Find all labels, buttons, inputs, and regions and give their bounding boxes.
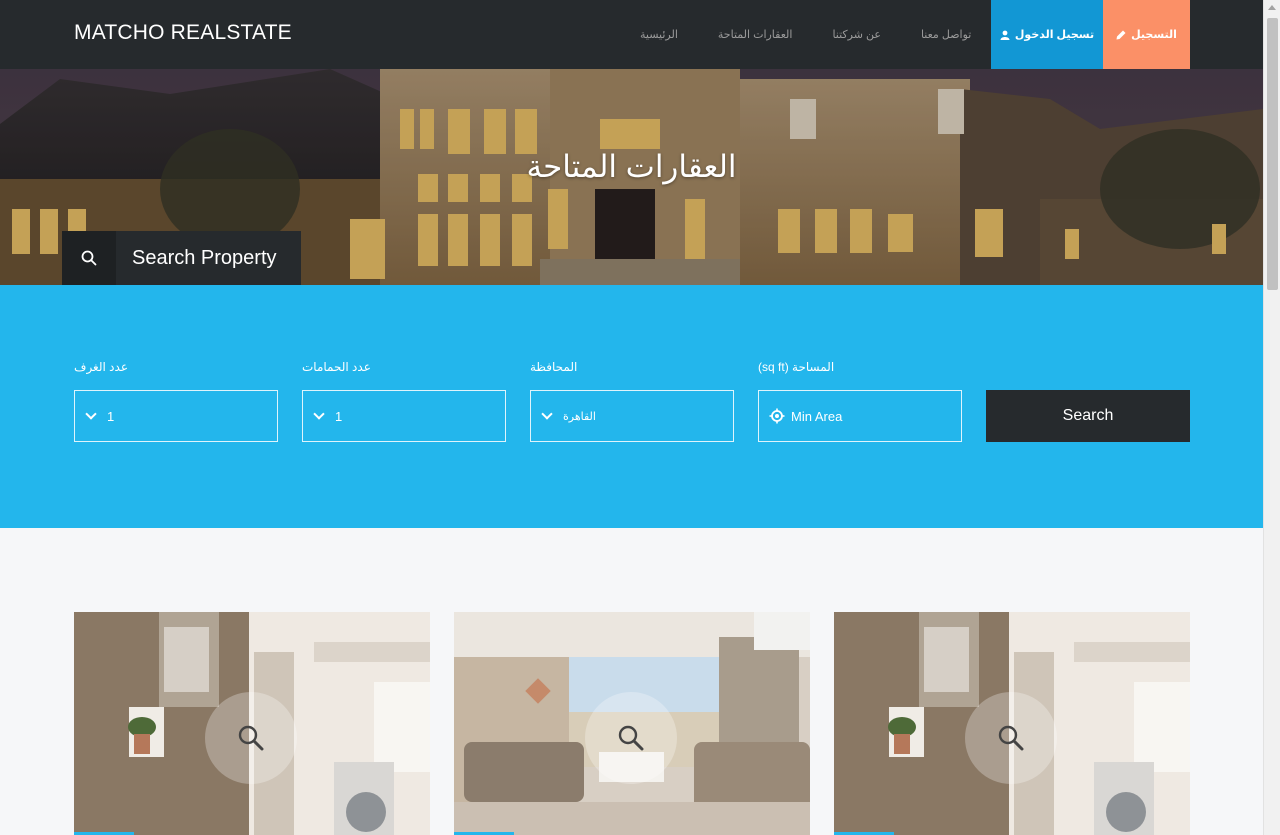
login-button[interactable]: تسجيل الدخول xyxy=(991,0,1103,69)
area-input[interactable]: Min Area xyxy=(758,390,962,442)
zoom-button[interactable] xyxy=(965,692,1057,784)
property-card-3[interactable] xyxy=(834,612,1190,835)
search-icon xyxy=(81,250,97,266)
zoom-button[interactable] xyxy=(205,692,297,784)
area-placeholder: Min Area xyxy=(791,408,843,424)
nav-link-about[interactable]: عن شركتنا xyxy=(832,28,881,41)
zoom-icon xyxy=(618,725,644,751)
chevron-down-icon xyxy=(85,408,97,420)
page-title: العقارات المتاحة xyxy=(526,149,737,184)
search-tab-icon-box xyxy=(62,231,116,285)
login-label: تسجيل الدخول xyxy=(1014,29,1095,41)
chevron-down-icon xyxy=(313,408,325,420)
rooms-field: عدد الغرف 1 xyxy=(74,360,278,442)
search-property-tab[interactable]: Search Property xyxy=(62,231,301,285)
area-field: المساحة (sq ft) Min Area xyxy=(758,360,962,442)
hero-banner: العقارات المتاحة Search Property xyxy=(0,69,1263,285)
search-tab-label: Search Property xyxy=(116,231,301,285)
bathrooms-value: 1 xyxy=(335,408,343,424)
scrollbar-thumb[interactable] xyxy=(1267,18,1278,290)
chevron-down-icon xyxy=(541,408,553,420)
property-card-1[interactable] xyxy=(74,612,430,835)
bathrooms-select[interactable]: 1 xyxy=(302,390,506,442)
location-target-icon xyxy=(769,408,785,424)
area-label: المساحة (sq ft) xyxy=(758,360,835,374)
nav-link-contact[interactable]: تواصل معنا xyxy=(921,28,971,41)
bathrooms-field: عدد الحمامات 1 xyxy=(302,360,506,442)
property-card-2[interactable] xyxy=(454,612,810,835)
search-button[interactable]: Search xyxy=(986,390,1190,442)
rooms-label: عدد الغرف xyxy=(74,360,128,374)
zoom-icon xyxy=(238,725,264,751)
nav-link-home[interactable]: الرئيسية xyxy=(640,28,678,41)
scroll-up-icon[interactable] xyxy=(1268,5,1276,10)
governorate-field: المحافظة القاهرة xyxy=(530,360,734,442)
register-label: التسجيل xyxy=(1131,29,1177,41)
bathrooms-label: عدد الحمامات xyxy=(302,360,371,374)
rooms-value: 1 xyxy=(107,408,115,424)
governorate-label: المحافظة xyxy=(530,360,578,374)
nav-link-properties[interactable]: العقارات المتاحة xyxy=(718,28,793,41)
zoom-button[interactable] xyxy=(585,692,677,784)
top-navbar: MATCHO REALSTATE الرئيسية العقارات المتا… xyxy=(0,0,1263,69)
zoom-icon xyxy=(998,725,1024,751)
register-button[interactable]: التسجيل xyxy=(1103,0,1190,69)
search-filter-section: عدد الغرف 1 عدد الحمامات 1 المحافظة القا… xyxy=(0,285,1263,528)
page-scrollbar[interactable] xyxy=(1263,0,1280,835)
rooms-select[interactable]: 1 xyxy=(74,390,278,442)
brand-logo[interactable]: MATCHO REALSTATE xyxy=(74,21,292,45)
governorate-select[interactable]: القاهرة xyxy=(530,390,734,442)
pencil-icon xyxy=(1116,30,1126,39)
governorate-value: القاهرة xyxy=(563,410,596,423)
nav-links: الرئيسية العقارات المتاحة عن شركتنا تواص… xyxy=(640,0,1011,69)
user-icon xyxy=(1000,30,1010,40)
